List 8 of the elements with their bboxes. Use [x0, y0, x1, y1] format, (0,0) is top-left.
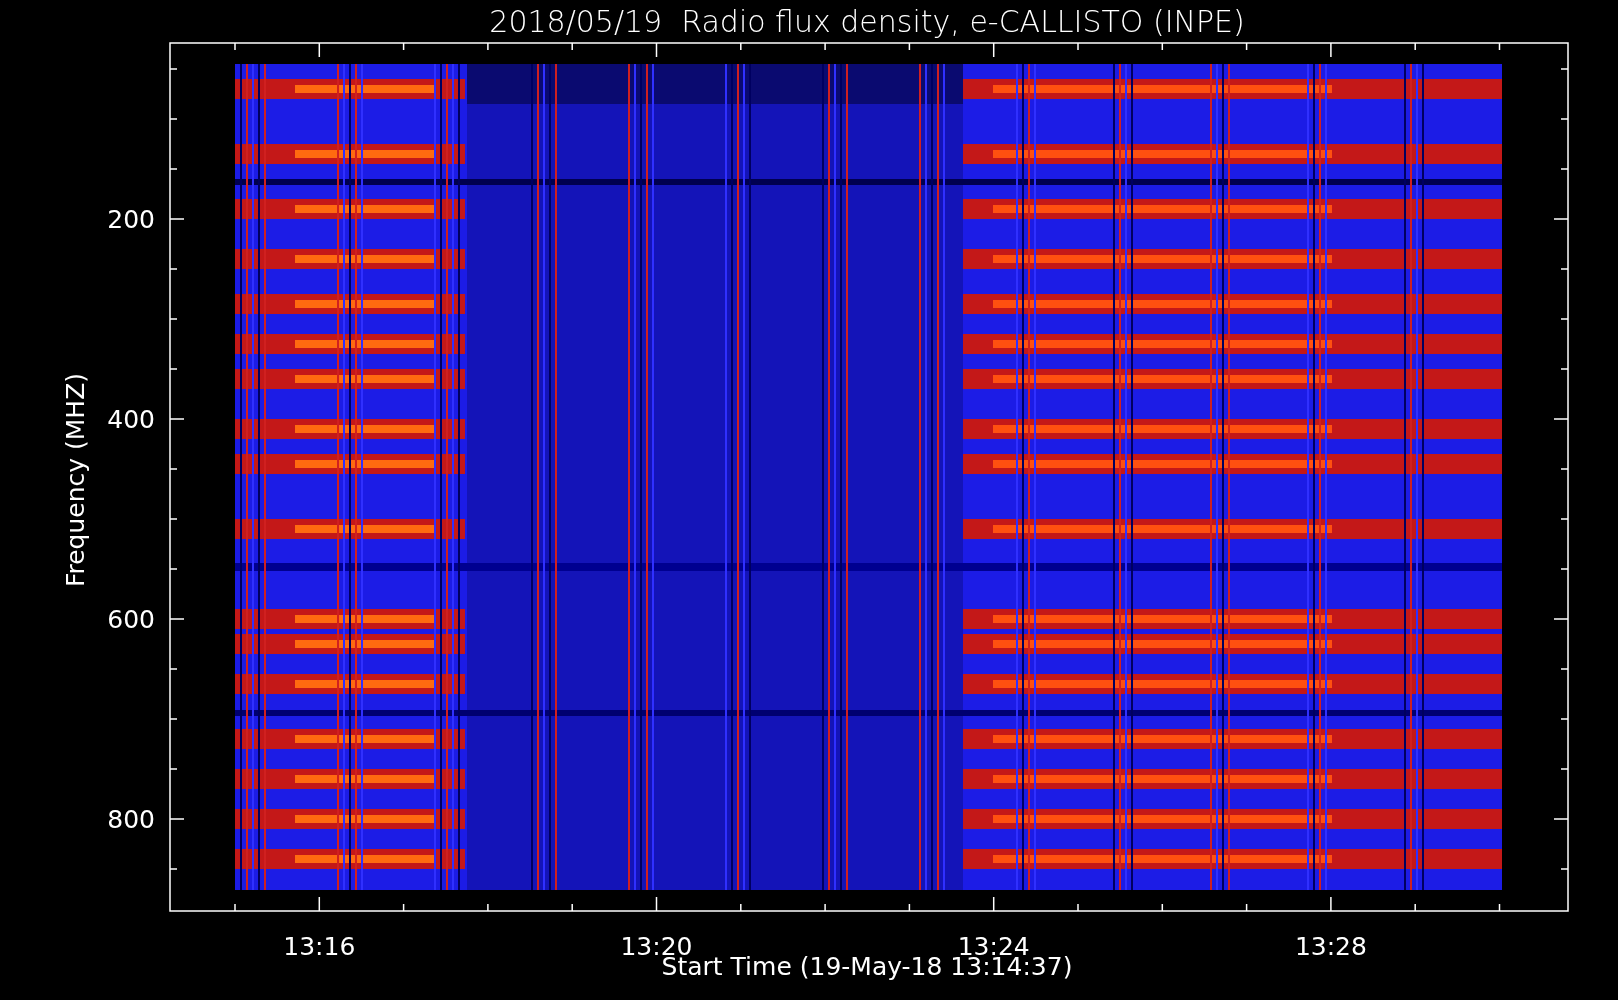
- y-axis-label: Frequency (MHZ): [61, 372, 90, 588]
- y-tick-label: 800: [107, 805, 155, 834]
- x-tick-label: 13:16: [283, 932, 356, 961]
- x-tick-label: 13:28: [1294, 932, 1367, 961]
- y-tick-label: 400: [107, 405, 155, 434]
- y-tick-label: 600: [107, 605, 155, 634]
- chart-title: 2018/05/19 Radio flux density, e-CALLISTO (INPE): [489, 4, 1245, 39]
- y-tick-label: 200: [107, 205, 155, 234]
